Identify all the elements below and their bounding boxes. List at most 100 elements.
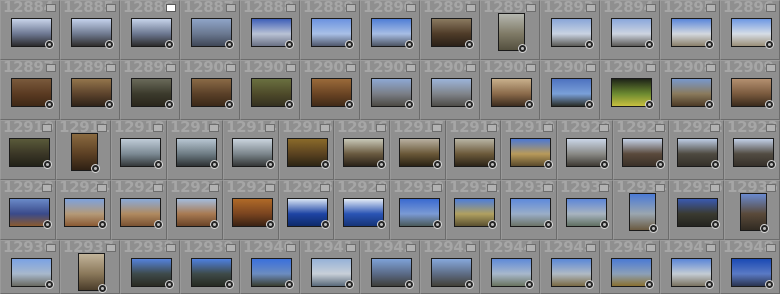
flag-icon[interactable] [286,244,296,252]
flag-icon[interactable] [265,124,275,132]
thumbnail-cell[interactable]: 12910 [0,120,56,180]
thumbnail-cell[interactable]: 12936 [724,180,780,240]
flag-icon[interactable] [466,4,476,12]
develop-settings-badge-icon[interactable] [433,220,442,229]
develop-settings-badge-icon[interactable] [405,100,414,109]
thumbnail-cell[interactable]: 12926 [167,180,223,240]
thumbnail-cell[interactable]: 12897 [0,60,60,120]
thumbnail-cell[interactable]: 12918 [446,120,501,180]
develop-settings-badge-icon[interactable] [705,280,714,289]
develop-settings-badge-icon[interactable] [465,40,474,49]
develop-settings-badge-icon[interactable] [266,220,275,229]
flag-icon[interactable] [586,64,596,72]
flag-icon[interactable] [166,244,176,252]
thumbnail-cell[interactable]: 12912 [111,120,167,180]
thumbnail-cell[interactable]: 12925 [111,180,167,240]
develop-settings-badge-icon[interactable] [765,40,774,49]
flag-icon[interactable] [432,184,442,192]
develop-settings-badge-icon[interactable] [377,160,386,169]
develop-settings-badge-icon[interactable] [760,224,769,233]
develop-settings-badge-icon[interactable] [405,280,414,289]
develop-settings-badge-icon[interactable] [405,40,414,49]
thumbnail-cell[interactable]: 12911 [56,120,111,180]
flag-icon[interactable] [526,4,536,12]
flag-icon[interactable] [153,184,163,192]
thumbnail-cell[interactable]: 12930 [390,180,446,240]
develop-settings-badge-icon[interactable] [465,280,474,289]
thumbnail-cell[interactable]: 12919 [501,120,557,180]
thumbnail-cell[interactable]: 12948 [720,240,780,294]
thumbnail-cell[interactable]: 12893 [540,0,600,60]
thumbnail-cell[interactable]: 12947 [660,240,720,294]
flag-icon[interactable] [286,4,296,12]
flag-icon[interactable] [766,244,776,252]
thumbnail-cell[interactable]: 12895 [660,0,720,60]
flag-icon[interactable] [153,124,163,132]
thumbnail-cell[interactable]: 12905 [480,60,540,120]
flag-icon[interactable] [586,4,596,12]
thumbnail-cell[interactable]: 12943 [420,240,480,294]
thumbnail-cell[interactable]: 12934 [613,180,669,240]
flag-icon[interactable] [46,4,56,12]
thumbnail-cell[interactable]: 12932 [501,180,557,240]
develop-settings-badge-icon[interactable] [225,280,234,289]
flag-icon[interactable] [646,244,656,252]
develop-settings-badge-icon[interactable] [165,280,174,289]
flag-icon[interactable] [226,64,236,72]
develop-settings-badge-icon[interactable] [488,220,497,229]
develop-settings-badge-icon[interactable] [154,160,163,169]
thumbnail-cell[interactable]: 12885 [60,0,120,60]
thumbnail-cell[interactable]: 12931 [446,180,501,240]
thumbnail-cell[interactable]: 12886 [120,0,180,60]
thumbnail-cell[interactable]: 12937 [60,240,120,294]
thumbnail-cell[interactable]: 12920 [557,120,613,180]
thumbnail-cell[interactable]: 12892 [480,0,540,60]
develop-settings-badge-icon[interactable] [433,160,442,169]
develop-settings-badge-icon[interactable] [645,100,654,109]
flag-icon[interactable] [265,184,275,192]
develop-settings-badge-icon[interactable] [43,220,52,229]
develop-settings-badge-icon[interactable] [600,220,609,229]
flag-icon[interactable] [46,244,56,252]
develop-settings-badge-icon[interactable] [105,100,114,109]
flag-icon[interactable] [406,4,416,12]
flag-icon[interactable] [97,184,107,192]
flag-icon[interactable] [766,184,776,192]
develop-settings-badge-icon[interactable] [45,100,54,109]
thumbnail-cell[interactable]: 12928 [279,180,334,240]
develop-settings-badge-icon[interactable] [705,100,714,109]
flag-icon[interactable] [526,244,536,252]
develop-settings-badge-icon[interactable] [98,284,107,293]
develop-settings-badge-icon[interactable] [377,220,386,229]
develop-settings-badge-icon[interactable] [649,224,658,233]
develop-settings-badge-icon[interactable] [544,220,553,229]
thumbnail-cell[interactable]: 12922 [669,120,724,180]
thumbnail-cell[interactable]: 12923 [0,180,56,240]
flag-icon[interactable] [599,124,609,132]
flag-icon[interactable] [106,64,116,72]
flag-icon[interactable] [710,124,720,132]
flag-icon[interactable] [526,64,536,72]
thumbnail-cell[interactable]: 12942 [360,240,420,294]
develop-settings-badge-icon[interactable] [210,160,219,169]
flag-icon[interactable] [320,124,330,132]
thumbnail-cell[interactable]: 12899 [120,60,180,120]
thumbnail-cell[interactable]: 12915 [279,120,334,180]
develop-settings-badge-icon[interactable] [525,280,534,289]
thumbnail-cell[interactable]: 12940 [240,240,300,294]
flag-icon[interactable] [376,184,386,192]
thumbnail-cell[interactable]: 12909 [720,60,780,120]
develop-settings-badge-icon[interactable] [711,220,720,229]
develop-settings-badge-icon[interactable] [285,40,294,49]
flag-icon[interactable] [766,4,776,12]
flag-icon[interactable] [166,64,176,72]
flag-icon[interactable] [346,244,356,252]
flag-icon[interactable] [432,124,442,132]
develop-settings-badge-icon[interactable] [345,100,354,109]
thumbnail-cell[interactable]: 12907 [600,60,660,120]
develop-settings-badge-icon[interactable] [765,280,774,289]
thumbnail-cell[interactable]: 12924 [56,180,111,240]
thumbnail-cell[interactable]: 12890 [360,0,420,60]
flag-icon[interactable] [487,184,497,192]
develop-settings-badge-icon[interactable] [98,220,107,229]
